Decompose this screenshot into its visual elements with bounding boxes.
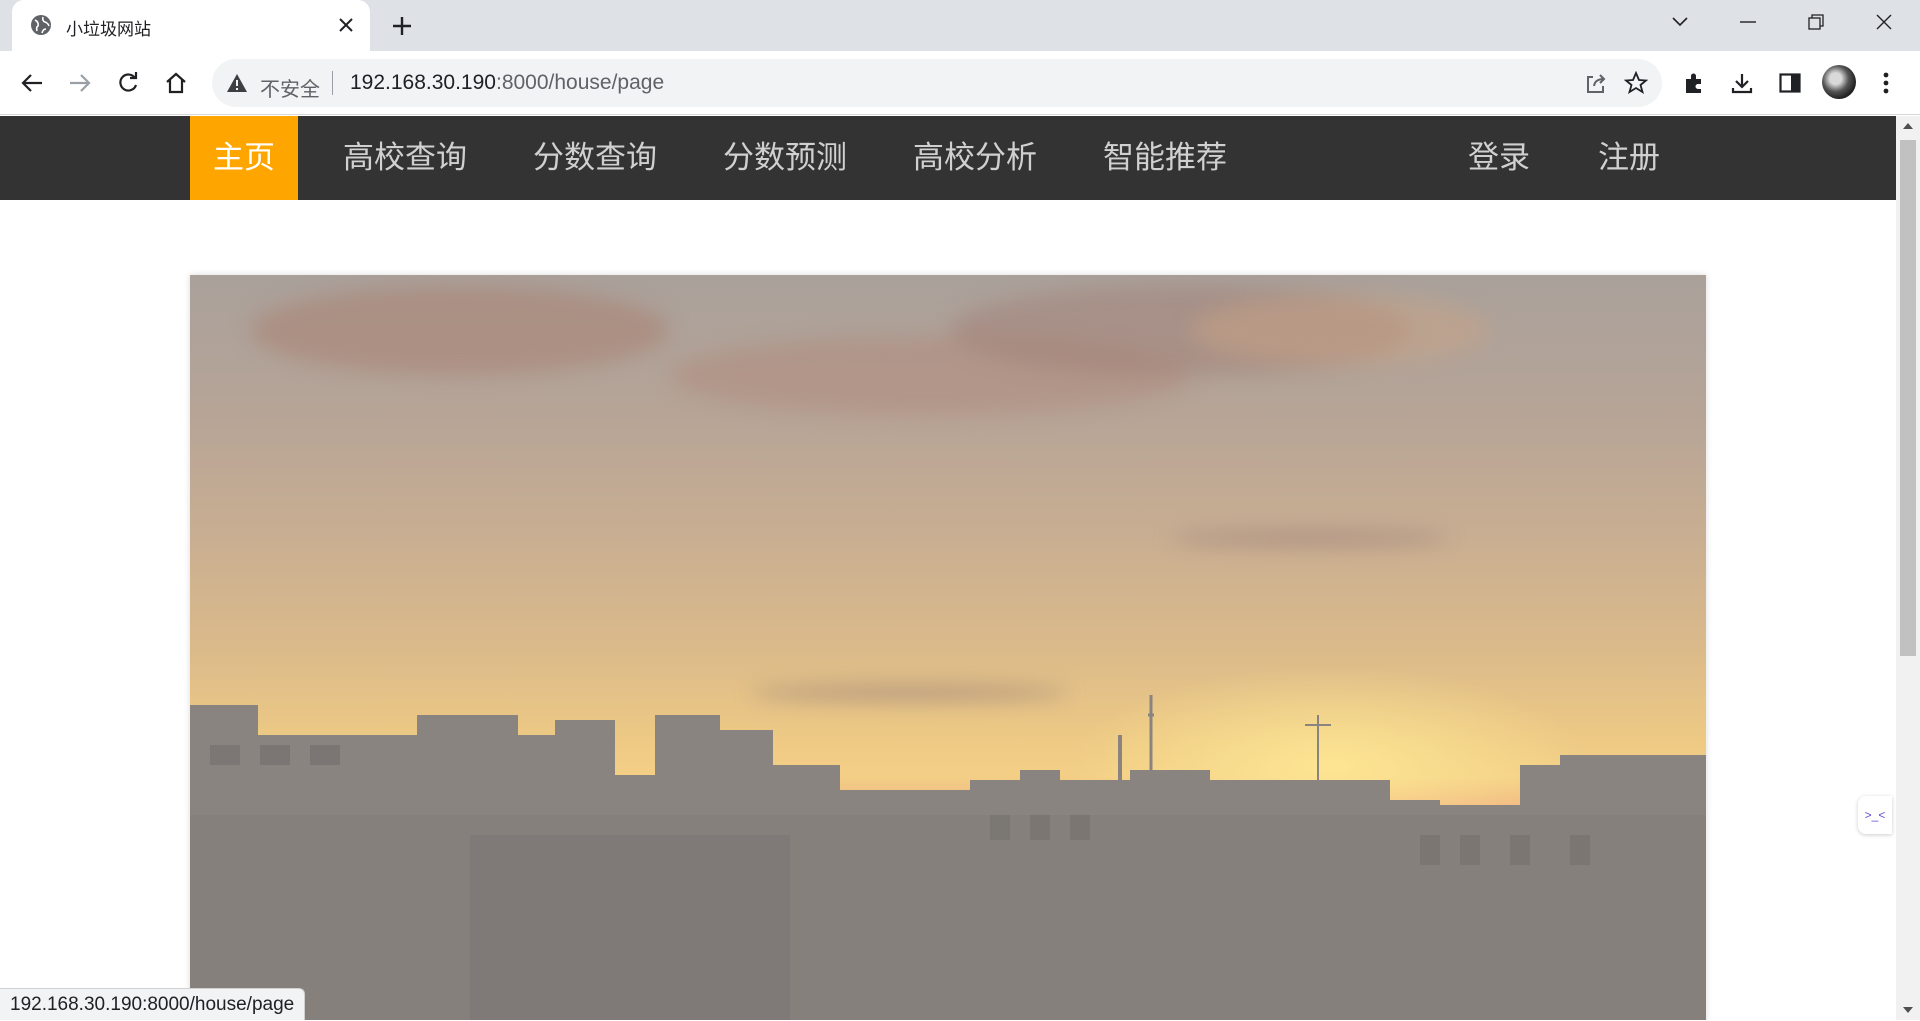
scrollbar-thumb[interactable]: [1900, 140, 1916, 656]
minimize-icon[interactable]: [1714, 0, 1782, 44]
plus-icon[interactable]: [388, 12, 416, 40]
nav-home[interactable]: 主页: [190, 116, 298, 200]
nav-college-analysis[interactable]: 高校分析: [900, 116, 1050, 200]
security-label[interactable]: 不安全: [260, 73, 320, 102]
nav-college-search[interactable]: 高校查询: [330, 116, 480, 200]
address-separator: [332, 71, 333, 95]
address-bar[interactable]: 不安全 192.168.30.190:8000/house/page: [212, 59, 1662, 107]
side-floating-widget[interactable]: >_<: [1858, 796, 1892, 834]
close-icon[interactable]: [334, 13, 358, 37]
browser-tab[interactable]: 小垃圾网站: [12, 0, 370, 51]
profile-avatar[interactable]: [1822, 65, 1856, 99]
back-arrow-icon[interactable]: [14, 65, 50, 101]
status-bar-url: 192.168.30.190:8000/house/page: [0, 988, 306, 1020]
forward-arrow-icon[interactable]: [62, 65, 98, 101]
scroll-up-arrow-icon[interactable]: [1902, 120, 1914, 132]
scroll-down-arrow-icon[interactable]: [1902, 1004, 1914, 1016]
nav-score-prediction[interactable]: 分数预测: [710, 116, 860, 200]
share-icon[interactable]: [1584, 71, 1608, 95]
home-icon[interactable]: [158, 65, 194, 101]
url-host: 192.168.30.190: [350, 71, 496, 94]
tab-title: 小垃圾网站: [66, 20, 151, 40]
download-icon[interactable]: [1724, 65, 1760, 101]
url-path: :8000/house/page: [495, 71, 665, 94]
warning-icon: [227, 74, 247, 92]
building-silhouette: [190, 695, 1706, 1020]
browser-toolbar: 不安全 192.168.30.190:8000/house/page: [0, 51, 1920, 115]
site-navbar: 主页 高校查询 分数查询 分数预测 高校分析 智能推荐 登录 注册: [0, 116, 1896, 200]
extensions-icon[interactable]: [1676, 65, 1712, 101]
side-panel-icon[interactable]: [1772, 65, 1808, 101]
more-vert-icon[interactable]: [1868, 65, 1904, 101]
nav-score-search[interactable]: 分数查询: [520, 116, 670, 200]
star-icon[interactable]: [1624, 71, 1648, 95]
hero-banner-image: [190, 275, 1706, 1020]
url-text[interactable]: 192.168.30.190:8000/house/page: [350, 71, 664, 95]
page-viewport: 主页 高校查询 分数查询 分数预测 高校分析 智能推荐 登录 注册 >_<: [0, 116, 1896, 1020]
page-scrollbar[interactable]: [1896, 116, 1920, 1020]
tab-strip: 小垃圾网站: [0, 0, 1920, 51]
nav-smart-recommend[interactable]: 智能推荐: [1090, 116, 1240, 200]
widget-glyph: >_<: [1864, 808, 1886, 822]
reload-icon[interactable]: [110, 65, 146, 101]
register-link[interactable]: 注册: [1584, 116, 1674, 200]
chevron-down-icon[interactable]: [1646, 0, 1714, 44]
globe-icon: [31, 15, 51, 35]
login-link[interactable]: 登录: [1454, 116, 1544, 200]
window-close-icon[interactable]: [1850, 0, 1918, 44]
restore-icon[interactable]: [1782, 0, 1850, 44]
